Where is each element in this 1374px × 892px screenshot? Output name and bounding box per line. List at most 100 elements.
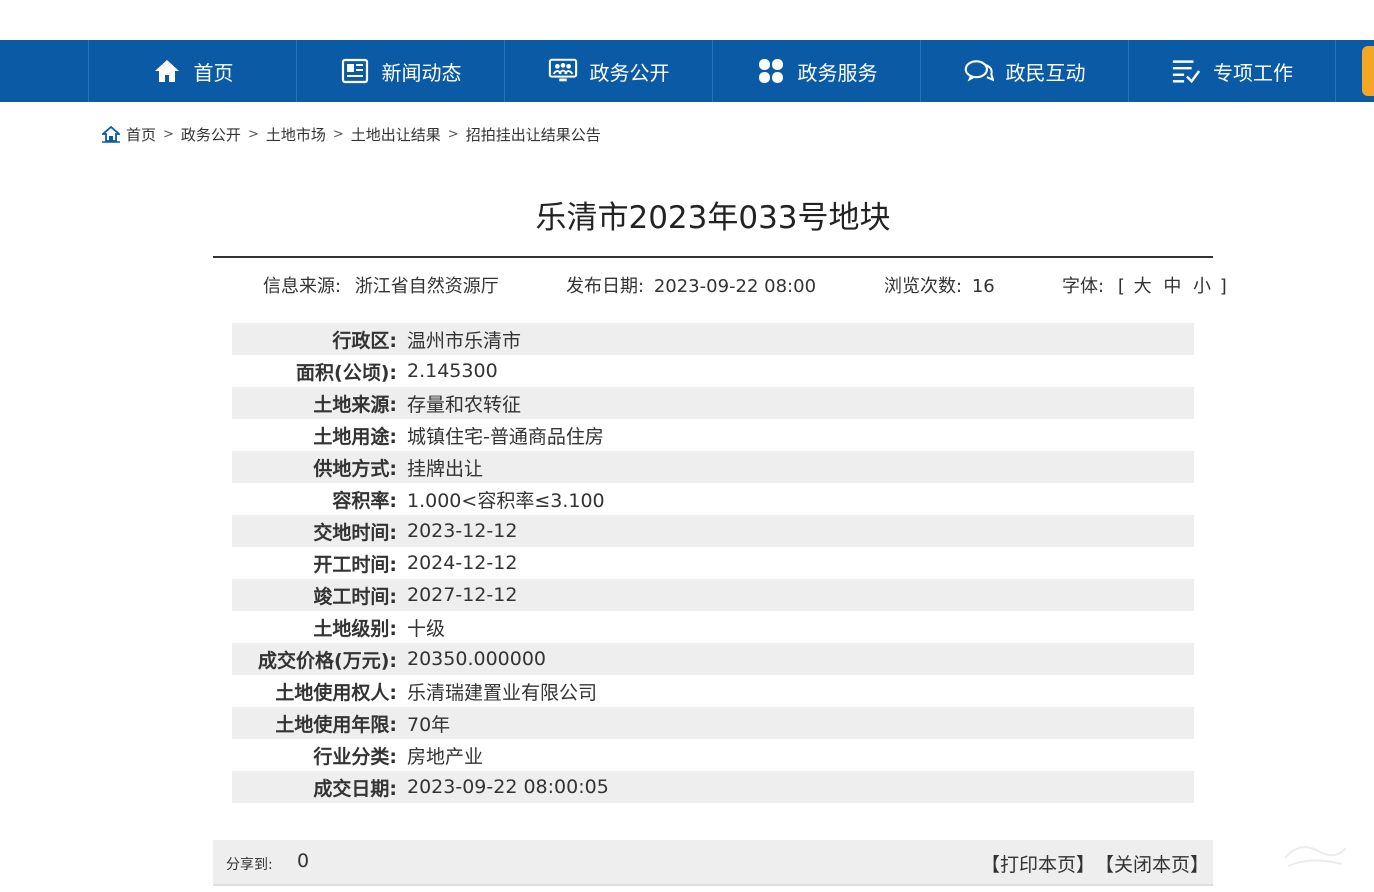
nav-item-label: 政民互动 [1005, 60, 1086, 85]
breadcrumb-item-home[interactable]: 首页 [126, 124, 156, 145]
newspaper-icon [340, 56, 370, 86]
meta-source-value: 浙江省自然资源厅 [354, 276, 499, 297]
home-icon [152, 56, 182, 86]
breadcrumb-item-land-results[interactable]: 土地出让结果 [351, 124, 441, 145]
share-bar: 分享到: 0 【打印本页】 【关闭本页】 [213, 840, 1213, 886]
share-count: 0 [297, 850, 310, 872]
table-row: 开工时间: 2024-12-12 [232, 547, 1194, 579]
row-label: 土地用途: [313, 425, 397, 448]
page-title: 乐清市2023年033号地块 [535, 200, 891, 236]
table-row: 容积率: 1.000<容积率≤3.100 [232, 483, 1194, 515]
row-value: 2024-12-12 [407, 552, 518, 574]
meta-views-value: 16 [971, 276, 995, 297]
meta-views: 浏览次数: 16 [884, 272, 995, 298]
meta-font-size: 字体: [ 大 中 小 ] [1062, 272, 1227, 298]
row-value: 20350.000000 [407, 648, 547, 670]
breadcrumb-separator: > [163, 126, 174, 142]
table-row: 土地来源: 存量和农转征 [232, 387, 1194, 419]
row-label: 开工时间: [313, 553, 397, 576]
table-row: 行业分类: 房地产业 [232, 739, 1194, 771]
font-bracket-close: ] [1219, 276, 1227, 297]
nav-item-news[interactable]: 新闻动态 [296, 40, 504, 102]
row-value: 70年 [407, 713, 451, 736]
page-actions: 【打印本页】 【关闭本页】 [981, 850, 1209, 877]
font-small-button[interactable]: 小 [1193, 276, 1211, 297]
table-row: 土地使用权人: 乐清瑞建置业有限公司 [232, 675, 1194, 707]
row-value: 1.000<容积率≤3.100 [407, 489, 605, 512]
nav-item-interaction[interactable]: 政民互动 [920, 40, 1128, 102]
title-divider [213, 256, 1213, 258]
nav-item-special-work[interactable]: 专项工作 [1128, 40, 1336, 102]
table-row: 土地使用年限: 70年 [232, 707, 1194, 739]
monitor-people-icon [548, 56, 578, 86]
nav-item-label: 政务公开 [589, 60, 670, 85]
breadcrumb-item-land-market[interactable]: 土地市场 [266, 124, 326, 145]
meta-source-label: 信息来源: [263, 276, 342, 297]
nav-item-label: 首页 [193, 60, 234, 85]
font-bracket-open: [ [1117, 276, 1125, 297]
share-label: 分享到: [226, 857, 273, 873]
close-page-button[interactable]: 【关闭本页】 [1095, 850, 1209, 877]
row-label: 容积率: [332, 489, 397, 512]
meta-views-label: 浏览次数: [884, 276, 963, 297]
row-label: 竣工时间: [313, 585, 397, 608]
row-value: 十级 [407, 617, 446, 640]
meta-date-label: 发布日期: [566, 276, 645, 297]
row-label: 成交价格(万元): [258, 649, 397, 672]
table-row: 面积(公顷): 2.145300 [232, 355, 1194, 387]
chat-icon [964, 56, 994, 86]
font-large-button[interactable]: 大 [1134, 276, 1152, 297]
breadcrumb-separator: > [247, 126, 259, 142]
breadcrumb: 首页 > 政务公开 > 土地市场 > 土地出让结果 > 招拍挂出让结果公告 [100, 122, 601, 146]
table-row: 行政区: 温州市乐清市 [232, 323, 1194, 355]
print-page-button[interactable]: 【打印本页】 [981, 850, 1095, 877]
nav-item-home[interactable]: 首页 [88, 40, 296, 102]
home-icon [100, 125, 122, 143]
row-label: 土地来源: [313, 393, 397, 416]
table-row: 成交日期: 2023-09-22 08:00:05 [232, 771, 1194, 803]
grid-icon [756, 56, 786, 86]
row-label: 土地使用权人: [275, 681, 397, 704]
row-label: 供地方式: [313, 457, 397, 480]
row-label: 面积(公顷): [296, 361, 397, 384]
nav-items: 首页 新闻动态 政务公开 政务服务 政民互动 专项工作 [88, 40, 1336, 102]
nav-extra-tab[interactable] [1362, 46, 1374, 96]
nav-item-label: 政务服务 [797, 60, 878, 85]
table-row: 土地级别: 十级 [232, 611, 1194, 643]
breadcrumb-item-announcement[interactable]: 招拍挂出让结果公告 [466, 124, 601, 145]
main-nav: 首页 新闻动态 政务公开 政务服务 政民互动 专项工作 [0, 40, 1374, 102]
table-row: 土地用途: 城镇住宅-普通商品住房 [232, 419, 1194, 451]
row-value: 房地产业 [407, 745, 484, 768]
table-row: 供地方式: 挂牌出让 [232, 451, 1194, 483]
row-label: 交地时间: [313, 521, 397, 544]
row-value: 温州市乐清市 [407, 329, 522, 352]
breadcrumb-separator: > [332, 126, 344, 142]
row-label: 成交日期: [313, 777, 397, 800]
row-value: 2023-12-12 [407, 520, 518, 542]
nav-item-public-affairs[interactable]: 政务公开 [504, 40, 712, 102]
meta-font-label: 字体: [1062, 276, 1105, 297]
watermark-logo-icon [1284, 846, 1347, 867]
article-meta: 信息来源: 浙江省自然资源厅 发布日期: 2023-09-22 08:00 浏览… [213, 272, 1227, 300]
row-value: 乐清瑞建置业有限公司 [407, 681, 598, 704]
table-row: 交地时间: 2023-12-12 [232, 515, 1194, 547]
row-value: 2.145300 [407, 360, 498, 382]
nav-item-label: 专项工作 [1213, 60, 1293, 85]
meta-date: 发布日期: 2023-09-22 08:00 [566, 272, 816, 298]
row-value: 挂牌出让 [407, 457, 484, 480]
table-row: 成交价格(万元): 20350.000000 [232, 643, 1194, 675]
row-label: 土地级别: [313, 617, 397, 640]
nav-item-label: 新闻动态 [381, 60, 462, 85]
font-medium-button[interactable]: 中 [1163, 276, 1181, 297]
row-label: 行政区: [332, 329, 397, 352]
land-details-table: 行政区: 温州市乐清市 面积(公顷): 2.145300 土地来源: 存量和农转征 土… [232, 323, 1194, 803]
row-label: 行业分类: [313, 745, 397, 768]
row-value: 城镇住宅-普通商品住房 [407, 425, 604, 448]
row-value: 2027-12-12 [407, 584, 518, 606]
breadcrumb-item-public-affairs[interactable]: 政务公开 [181, 124, 241, 145]
checklist-icon [1171, 56, 1201, 86]
meta-source: 信息来源: 浙江省自然资源厅 [263, 272, 499, 298]
nav-item-gov-services[interactable]: 政务服务 [712, 40, 920, 102]
row-value: 2023-09-22 08:00:05 [407, 776, 609, 798]
meta-date-value: 2023-09-22 08:00 [653, 276, 817, 297]
